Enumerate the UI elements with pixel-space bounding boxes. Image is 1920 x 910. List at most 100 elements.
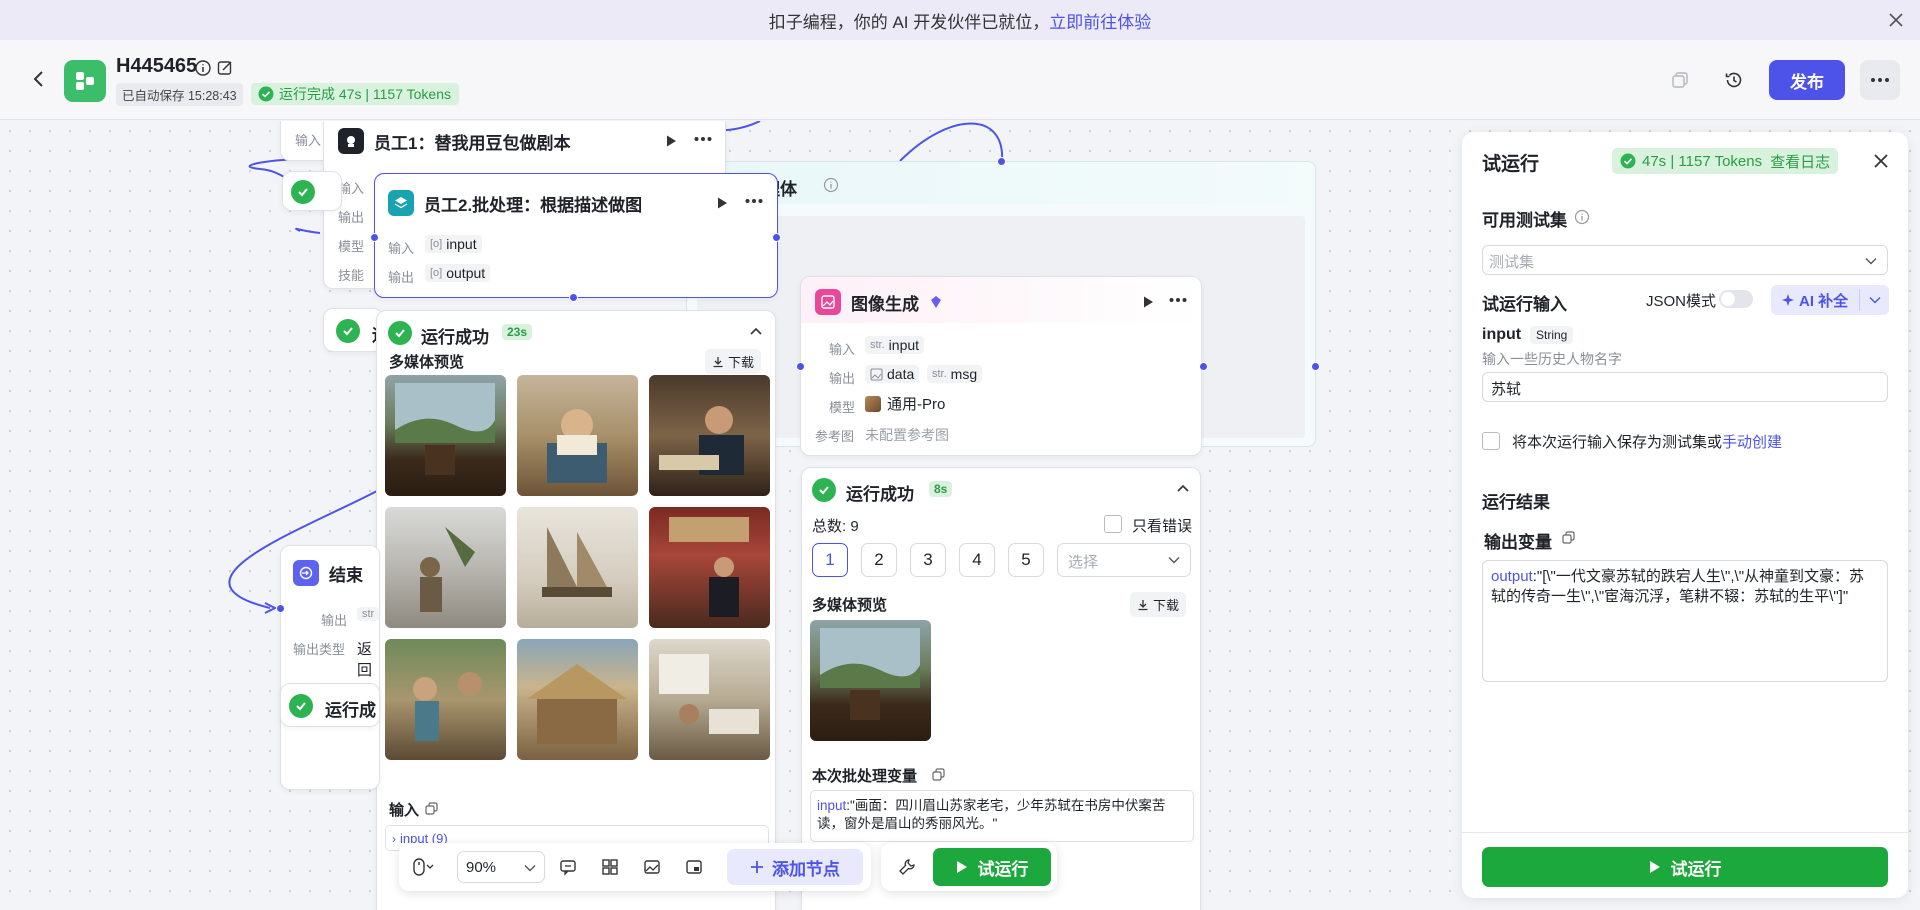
publish-button[interactable]: 发布 bbox=[1769, 60, 1845, 100]
node-title: 结束 bbox=[329, 565, 363, 585]
node-title: 员工1：替我用豆包做剧本 bbox=[374, 133, 571, 153]
minimap-icon[interactable] bbox=[682, 855, 706, 879]
duration-badge: 8s bbox=[929, 481, 953, 497]
copy-icon[interactable] bbox=[425, 802, 438, 815]
node-title: 图像生成 bbox=[851, 294, 919, 314]
sparkle-icon bbox=[1782, 294, 1794, 306]
input-port[interactable] bbox=[276, 604, 285, 613]
download-icon bbox=[713, 356, 723, 367]
end-icon bbox=[293, 560, 319, 586]
info-icon[interactable] bbox=[1574, 209, 1590, 225]
output-port[interactable] bbox=[1199, 362, 1208, 371]
copy-workflow-icon[interactable] bbox=[1664, 64, 1696, 96]
check-circle-icon bbox=[336, 319, 360, 343]
add-node-button[interactable]: 添加节点 bbox=[727, 849, 863, 885]
image-thumbnail[interactable] bbox=[649, 375, 770, 496]
play-icon[interactable] bbox=[1141, 295, 1157, 311]
play-icon[interactable] bbox=[715, 196, 731, 212]
banner-close-icon[interactable] bbox=[1886, 10, 1906, 30]
more-options-icon[interactable] bbox=[694, 136, 716, 152]
page-button[interactable]: 1 bbox=[812, 543, 848, 577]
manual-create-link[interactable]: 手动创建 bbox=[1722, 434, 1782, 451]
input-port[interactable] bbox=[796, 362, 805, 371]
batch-port[interactable] bbox=[569, 293, 578, 302]
more-options-icon[interactable] bbox=[1169, 297, 1191, 313]
info-icon[interactable] bbox=[194, 59, 212, 77]
play-icon[interactable] bbox=[664, 134, 680, 150]
check-circle-icon bbox=[258, 86, 274, 102]
image-icon[interactable] bbox=[640, 855, 664, 879]
errors-only-checkbox[interactable] bbox=[1104, 515, 1122, 533]
ai-fill-button[interactable]: AI 补全 bbox=[1771, 285, 1889, 315]
image-thumbnail[interactable] bbox=[517, 375, 638, 496]
status-strip bbox=[282, 171, 342, 211]
comment-icon[interactable] bbox=[556, 855, 580, 879]
chevron-down-icon bbox=[1865, 258, 1877, 265]
node-staff2[interactable]: 员工2.批处理：根据描述做图 输入 [o] input 输出 [o] output bbox=[374, 173, 778, 298]
duration-badge: 23s bbox=[502, 324, 533, 340]
more-options-icon[interactable] bbox=[1860, 60, 1900, 100]
view-log-link[interactable]: 查看日志 bbox=[1770, 151, 1830, 172]
output-port[interactable] bbox=[997, 157, 1006, 166]
copy-icon[interactable] bbox=[1562, 531, 1575, 544]
input-field[interactable]: 苏轼 bbox=[1482, 372, 1888, 402]
download-button[interactable]: 下载 bbox=[705, 349, 762, 374]
page-button[interactable]: 3 bbox=[910, 543, 946, 577]
collapse-icon[interactable] bbox=[749, 325, 763, 339]
input-section-title: 输入 bbox=[389, 802, 420, 819]
output-var-tag: data bbox=[865, 365, 920, 383]
batch-var-title: 本次批处理变量 bbox=[812, 768, 918, 785]
panel-test-run-button[interactable]: 试运行 bbox=[1482, 847, 1888, 887]
node-image-generation[interactable]: 图像生成 输入 str. input 输出 data str. msg 模型 通用-… bbox=[800, 276, 1202, 456]
mouse-mode-icon[interactable] bbox=[411, 855, 435, 879]
download-icon bbox=[1138, 599, 1148, 610]
media-preview-title: 多媒体预览 bbox=[812, 597, 888, 614]
info-icon[interactable] bbox=[823, 177, 839, 193]
output-port[interactable] bbox=[1311, 362, 1320, 371]
image-thumbnail[interactable] bbox=[517, 639, 638, 760]
check-circle-icon bbox=[1620, 153, 1636, 169]
total-count: 总数: 9 bbox=[812, 518, 859, 535]
json-mode-toggle[interactable] bbox=[1719, 290, 1753, 308]
banner-link[interactable]: 立即前往体验 bbox=[1049, 8, 1151, 33]
output-port[interactable] bbox=[772, 233, 781, 242]
more-options-icon[interactable] bbox=[745, 198, 767, 214]
image-thumbnail[interactable] bbox=[385, 375, 506, 496]
image-thumbnail[interactable] bbox=[385, 639, 506, 760]
banner-text: 扣子编程，你的 AI 开发伙伴已就位， bbox=[768, 12, 1050, 32]
result-status: 运行成功 bbox=[846, 485, 914, 504]
copy-icon[interactable] bbox=[932, 768, 945, 781]
field-type: String bbox=[1530, 326, 1574, 344]
page-button[interactable]: 4 bbox=[959, 543, 995, 577]
page-button[interactable]: 5 bbox=[1008, 543, 1044, 577]
node-end[interactable]: 结束 输出 str 输出类型 返回 bbox=[280, 545, 380, 790]
save-test-set-text: 将本次运行输入保存为测试集或手动创建 bbox=[1512, 434, 1783, 451]
save-test-set-checkbox[interactable] bbox=[1482, 432, 1500, 450]
model-avatar-icon bbox=[865, 395, 881, 412]
json-mode-label: JSON模式 bbox=[1646, 293, 1717, 310]
image-type-icon bbox=[870, 367, 883, 381]
image-thumbnail[interactable] bbox=[649, 639, 770, 760]
collapse-icon[interactable] bbox=[1176, 482, 1190, 496]
edit-icon[interactable] bbox=[216, 59, 234, 77]
download-button[interactable]: 下载 bbox=[1130, 592, 1187, 617]
node-title: 员工2.批处理：根据描述做图 bbox=[424, 195, 643, 215]
image-thumbnail[interactable] bbox=[810, 620, 931, 741]
test-run-button[interactable]: 试运行 bbox=[933, 848, 1051, 886]
test-set-select[interactable]: 测试集 bbox=[1482, 245, 1888, 275]
image-thumbnail[interactable] bbox=[649, 507, 770, 628]
zoom-select[interactable]: 90% bbox=[457, 851, 545, 883]
history-icon[interactable] bbox=[1718, 64, 1750, 96]
back-arrow-icon[interactable] bbox=[26, 66, 52, 92]
workflow-header: H445465 已自动保存 15:28:43 运行完成 47s | 1157 T… bbox=[0, 40, 1920, 120]
status-strip: 运 bbox=[323, 308, 389, 352]
layout-icon[interactable] bbox=[598, 855, 622, 879]
close-icon[interactable] bbox=[1870, 150, 1892, 172]
wrench-icon[interactable] bbox=[895, 855, 919, 879]
page-select[interactable]: 选择 bbox=[1057, 543, 1191, 577]
page-button[interactable]: 2 bbox=[861, 543, 897, 577]
input-port[interactable] bbox=[370, 233, 379, 242]
image-thumbnail[interactable] bbox=[517, 507, 638, 628]
run-toolbar: 试运行 bbox=[881, 843, 1057, 891]
image-thumbnail[interactable] bbox=[385, 507, 506, 628]
